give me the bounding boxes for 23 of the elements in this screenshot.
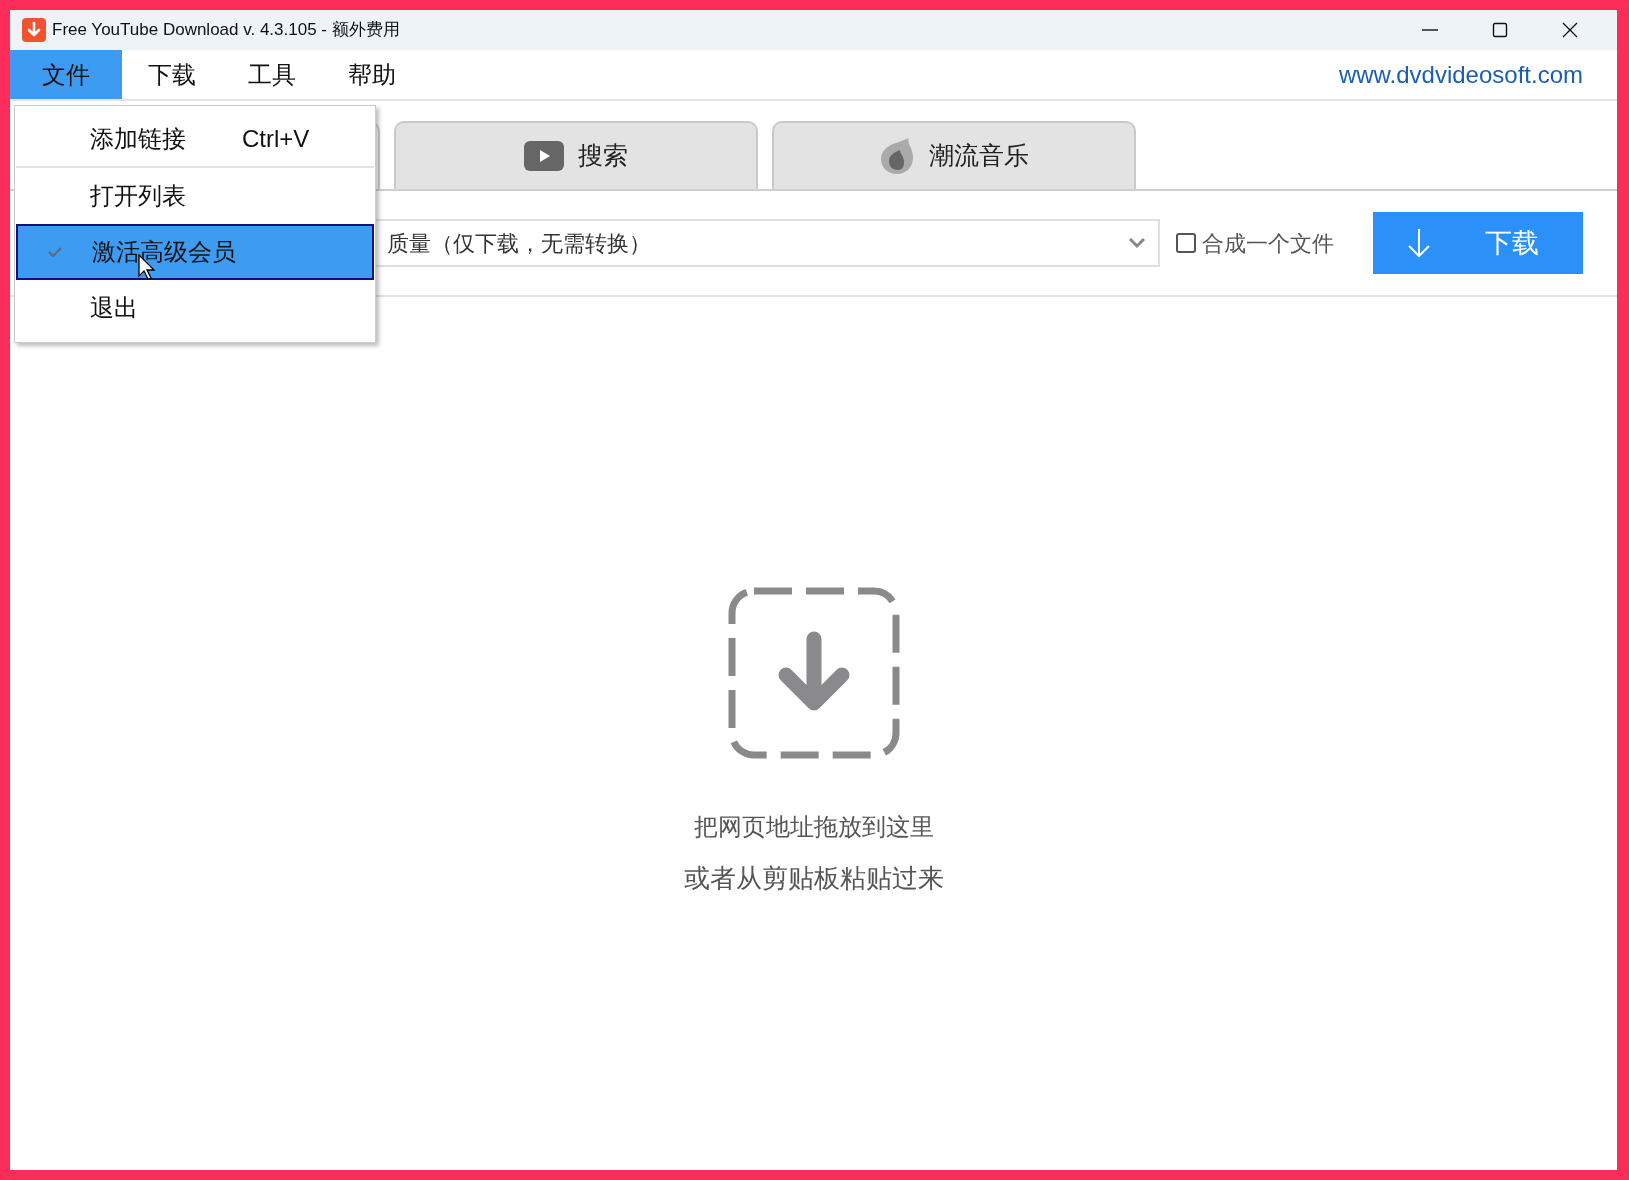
drop-hint-text: 把网页地址拖放到这里 xyxy=(693,812,934,842)
checkbox[interactable] xyxy=(1176,233,1196,253)
minimize-icon xyxy=(1422,29,1438,31)
app-logo-icon xyxy=(22,18,46,42)
tab[interactable]: 潮流音乐 xyxy=(772,121,1136,189)
tab[interactable]: 搜索 xyxy=(394,121,758,189)
menu-item[interactable]: 文件 xyxy=(10,50,122,99)
drop-zone-icon xyxy=(727,587,900,759)
maximize-icon xyxy=(1492,22,1508,38)
menu-item[interactable]: 工具 xyxy=(222,50,322,99)
drop-hint-text: 或者从剪贴板粘贴过来 xyxy=(683,862,944,895)
flame-icon xyxy=(879,137,915,175)
chevron-down-icon xyxy=(1128,237,1146,249)
play-icon xyxy=(524,141,564,171)
menu-item[interactable]: 帮助 xyxy=(322,50,422,99)
menu-item[interactable]: 下载 xyxy=(122,50,222,99)
arrow-down-icon xyxy=(1407,227,1431,259)
close-icon xyxy=(1562,22,1578,38)
menu-item[interactable]: 添加链接 Ctrl+V xyxy=(16,112,374,168)
menu-item[interactable]: 退出 xyxy=(16,280,374,336)
window-title: Free YouTube Download v. 4.3.105 - 额外费用 xyxy=(52,19,400,42)
website-link[interactable]: www.dvdvideosoft.com xyxy=(1338,56,1583,93)
checkbox-label: 合成一个文件 xyxy=(1202,229,1334,258)
